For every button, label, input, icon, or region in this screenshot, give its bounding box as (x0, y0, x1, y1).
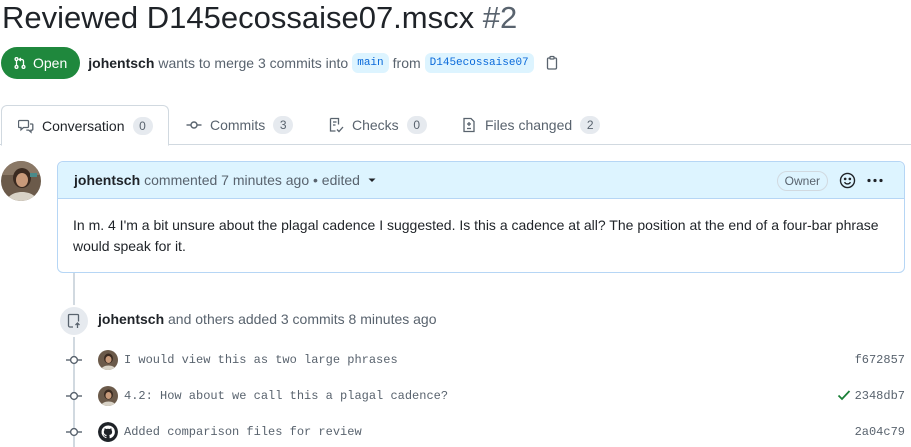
tab-checks[interactable]: Checks 0 (316, 105, 439, 145)
base-branch[interactable]: main (352, 53, 389, 73)
state-badge: Open (1, 47, 81, 79)
repo-push-badge (58, 305, 90, 337)
owner-badge: Owner (776, 171, 828, 191)
commit-sha-link[interactable]: 2348db7 (855, 389, 905, 403)
smiley-icon[interactable] (839, 172, 856, 189)
commit-sha-link[interactable]: 2a04c79 (855, 425, 905, 439)
kebab-horizontal-icon[interactable] (866, 172, 884, 189)
pr-number: #2 (482, 0, 518, 35)
file-diff-icon (463, 117, 475, 133)
state-label: Open (33, 55, 68, 71)
git-commit-icon (66, 391, 82, 401)
pr-author-link[interactable]: johentsch (88, 55, 154, 71)
commit-message-link[interactable]: Added comparison files for review (124, 425, 362, 439)
avatar[interactable] (1, 161, 41, 201)
comment-meta[interactable]: commented 7 minutes ago • edited (144, 172, 360, 188)
git-commit-icon (66, 355, 82, 365)
pr-title-text: Reviewed D145ecossaise07.mscx (2, 0, 475, 35)
comment-header: johentsch commented 7 minutes ago • edit… (58, 162, 904, 199)
repo-push-icon (67, 313, 80, 328)
merge-text: wants to merge 3 commits into (158, 55, 349, 71)
comment-body: In m. 4 I'm a bit unsure about the plaga… (73, 217, 879, 254)
commits-added-event: johentsch and others added 3 commits 8 m… (98, 311, 437, 327)
commit-row: I would view this as two large phrases f… (0, 348, 911, 372)
check-icon[interactable] (837, 388, 851, 402)
comment-author-link[interactable]: johentsch (74, 172, 140, 188)
pr-tabs: Conversation 0 Commits 3 Checks 0 Files … (0, 105, 911, 146)
git-commit-icon (66, 427, 82, 437)
tab-conversation[interactable]: Conversation 0 (1, 105, 169, 146)
user-photo-icon (98, 386, 118, 406)
tab-label: Checks (352, 117, 399, 133)
tab-files-changed[interactable]: Files changed 2 (449, 105, 612, 145)
event-description: and others added 3 commits 8 minutes ago (168, 311, 437, 327)
comment-box: johentsch commented 7 minutes ago • edit… (57, 161, 905, 273)
comment-discussion-icon (18, 119, 34, 134)
pull-request-icon (14, 57, 26, 69)
tab-label: Conversation (42, 117, 125, 134)
pr-meta: Open johentsch wants to merge 3 commits … (1, 47, 560, 79)
git-commit-icon (186, 121, 202, 129)
copy-icon[interactable] (544, 55, 560, 71)
tab-counter: 2 (580, 116, 601, 134)
commit-message-link[interactable]: 4.2: How about we call this a plagal cad… (124, 389, 448, 403)
event-author-link[interactable]: johentsch (98, 311, 164, 327)
tab-label: Files changed (485, 117, 573, 133)
avatar[interactable] (98, 422, 118, 442)
github-mark-icon (98, 422, 118, 442)
tab-label: Commits (210, 117, 266, 133)
user-photo-icon (98, 350, 118, 370)
caret-down-icon[interactable] (368, 176, 376, 184)
avatar[interactable] (98, 350, 118, 370)
tab-commits[interactable]: Commits 3 (174, 105, 305, 145)
commit-row: Added comparison files for review 2a04c7… (0, 420, 911, 444)
tab-counter: 3 (273, 116, 294, 134)
commit-sha-link[interactable]: f672857 (855, 353, 905, 367)
commit-message-link[interactable]: I would view this as two large phrases (124, 353, 398, 367)
merge-summary: johentsch wants to merge 3 commits into … (88, 53, 559, 73)
pr-title: Reviewed D145ecossaise07.mscx #2 (2, 0, 517, 38)
user-photo-icon (1, 161, 41, 201)
checklist-icon (329, 117, 344, 133)
avatar[interactable] (98, 386, 118, 406)
from-text: from (392, 55, 421, 71)
commit-row: 4.2: How about we call this a plagal cad… (0, 384, 911, 408)
tab-counter: 0 (132, 116, 153, 135)
tab-counter: 0 (406, 116, 427, 134)
head-branch[interactable]: D145ecossaise07 (424, 53, 534, 73)
